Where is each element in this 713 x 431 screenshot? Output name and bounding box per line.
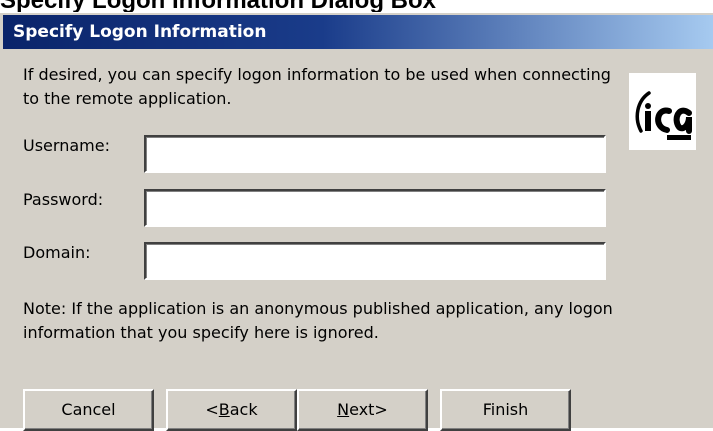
back-button-accesskey: B: [218, 400, 230, 419]
finish-button[interactable]: Finish: [440, 389, 571, 431]
back-button-suffix: ack: [229, 400, 258, 419]
back-button-prefix: <: [205, 400, 219, 419]
dialog-title: Specify Logon Information: [13, 22, 267, 42]
logon-dialog: Specify Logon Information If desired, yo…: [0, 13, 713, 431]
next-button-suffix: ext>: [349, 400, 388, 419]
username-field[interactable]: [144, 135, 606, 173]
cancel-button[interactable]: Cancel: [23, 389, 154, 431]
next-button[interactable]: Next>: [297, 389, 428, 431]
document-heading: Specify Logon Information Dialog Box: [0, 0, 713, 12]
password-label: Password:: [23, 190, 104, 209]
note-text: Note: If the application is an anonymous…: [23, 299, 613, 342]
intro-text: If desired, you can specify logon inform…: [23, 65, 611, 108]
username-label: Username:: [23, 136, 110, 155]
logo-graphic: [635, 91, 692, 140]
domain-field[interactable]: [144, 242, 606, 280]
domain-label: Domain:: [23, 243, 91, 262]
back-button[interactable]: <Back: [166, 389, 297, 431]
next-button-accesskey: N: [337, 400, 350, 419]
title-bar: Specify Logon Information: [3, 15, 713, 49]
citrix-ica-logo: [629, 73, 696, 150]
password-field[interactable]: [144, 189, 606, 227]
